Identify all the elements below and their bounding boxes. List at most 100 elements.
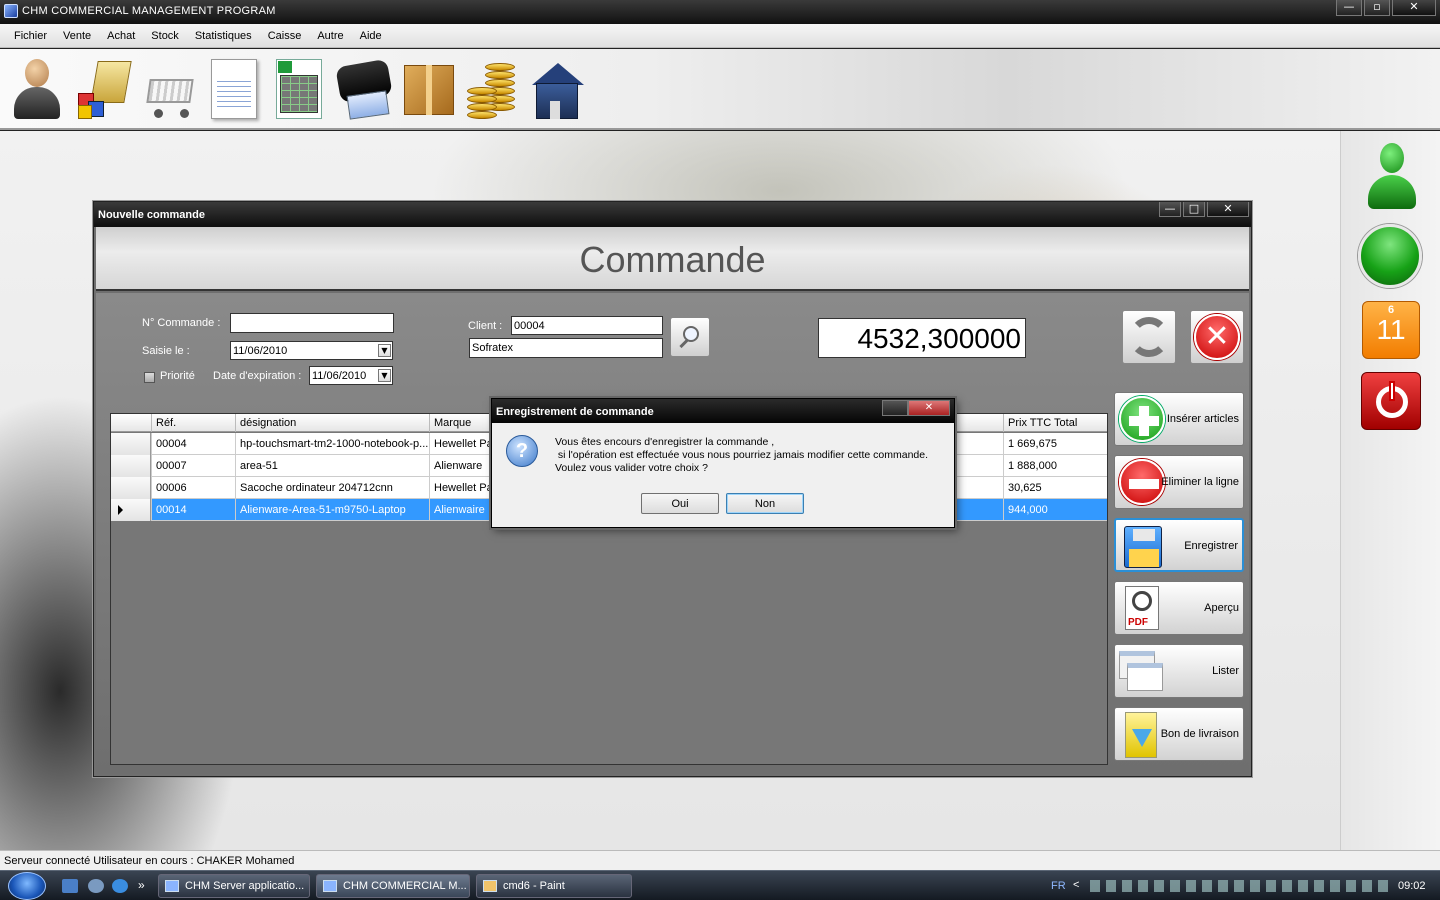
- taskbar: » CHM Server applicatio... CHM COMMERCIA…: [0, 870, 1440, 900]
- apercu-label: Aperçu: [1204, 602, 1239, 614]
- question-icon: ?: [506, 435, 538, 467]
- start-button[interactable]: [8, 872, 46, 900]
- lister-button[interactable]: Lister: [1114, 644, 1244, 698]
- non-button[interactable]: Non: [726, 493, 804, 514]
- eliminer-ligne-button[interactable]: Eliminer la ligne: [1114, 455, 1244, 509]
- chevron-down-icon[interactable]: ▼: [378, 344, 391, 357]
- invoice-icon[interactable]: [205, 57, 263, 121]
- cell-marque: Alienwaire: [429, 499, 499, 521]
- cart-icon[interactable]: [140, 57, 198, 121]
- app-title: CHM COMMERCIAL MANAGEMENT PROGRAM: [22, 5, 276, 17]
- power-icon[interactable]: [1361, 372, 1421, 430]
- cell-designation: Alienware-Area-51-m9750-Laptop: [235, 499, 429, 521]
- cell-total: 1 669,675: [1003, 433, 1107, 455]
- cancel-button[interactable]: ✕: [1190, 310, 1244, 364]
- priorite-checkbox[interactable]: [144, 372, 155, 383]
- inserer-articles-label: Insérer articles: [1166, 413, 1239, 425]
- commande-minimize-button[interactable]: —: [1159, 202, 1181, 217]
- column-ref[interactable]: Réf.: [151, 414, 235, 432]
- cell-ref: 00007: [151, 455, 235, 477]
- dialog-title: Enregistrement de commande: [496, 406, 654, 418]
- task-chm-commercial[interactable]: CHM COMMERCIAL M...: [316, 874, 470, 898]
- commande-titlebar: Nouvelle commande — □ ✕: [94, 202, 1251, 227]
- paint-icon: [483, 880, 497, 892]
- enregistrer-label: Enregistrer: [1184, 540, 1238, 552]
- task-label: CHM COMMERCIAL M...: [343, 880, 467, 892]
- row-selector[interactable]: [111, 455, 151, 477]
- menu-statistiques[interactable]: Statistiques: [187, 24, 260, 47]
- windows-list-icon: [1119, 651, 1163, 693]
- clock[interactable]: 09:02: [1398, 880, 1426, 892]
- refresh-icon: [1129, 317, 1169, 357]
- quicklaunch-more[interactable]: »: [138, 878, 145, 892]
- status-indicator-icon[interactable]: [1358, 224, 1422, 288]
- home-icon[interactable]: [530, 57, 588, 121]
- saisie-date-picker[interactable]: 11/06/2010 ▼: [230, 341, 393, 360]
- wallet-icon[interactable]: [335, 57, 394, 121]
- menu-achat[interactable]: Achat: [99, 24, 143, 47]
- user-icon[interactable]: [8, 57, 66, 121]
- spreadsheet-icon[interactable]: [270, 57, 328, 121]
- apercu-button[interactable]: PDF Aperçu: [1114, 581, 1244, 635]
- ie-icon[interactable]: [112, 879, 128, 893]
- task-chm-server[interactable]: CHM Server applicatio...: [158, 874, 310, 898]
- package-icon[interactable]: [400, 57, 458, 121]
- column-designation[interactable]: désignation: [235, 414, 429, 432]
- menu-aide[interactable]: Aide: [352, 24, 390, 47]
- client-code-input[interactable]: 00004: [511, 316, 663, 335]
- system-tray: FR < 09:02: [1046, 871, 1440, 900]
- menu-caisse[interactable]: Caisse: [260, 24, 310, 47]
- products-icon[interactable]: [74, 57, 132, 121]
- menu-autre[interactable]: Autre: [309, 24, 351, 47]
- expiration-date-picker[interactable]: 11/06/2010 ▼: [309, 366, 393, 385]
- tray-icons[interactable]: [1090, 880, 1390, 892]
- column-marque[interactable]: Marque: [429, 414, 499, 432]
- menu-stock[interactable]: Stock: [143, 24, 187, 47]
- client-name-input[interactable]: Sofratex: [469, 338, 663, 358]
- commande-number-label: N° Commande :: [142, 317, 221, 329]
- row-selector[interactable]: [111, 477, 151, 499]
- total-amount: 4532,300000: [818, 318, 1026, 358]
- client-label: Client :: [468, 320, 503, 332]
- menu-fichier[interactable]: Fichier: [6, 24, 55, 47]
- commande-number-input[interactable]: [230, 313, 394, 333]
- coins-icon[interactable]: [465, 57, 523, 121]
- column-prix-ttc-total[interactable]: Prix TTC Total: [1003, 414, 1107, 432]
- calendar-day: 11: [1376, 314, 1406, 345]
- inserer-articles-button[interactable]: Insérer articles: [1114, 392, 1244, 446]
- minimize-button[interactable]: —: [1336, 0, 1362, 16]
- bon-livraison-button[interactable]: Bon de livraison: [1114, 707, 1244, 761]
- connected-user-icon[interactable]: [1366, 143, 1418, 211]
- remove-icon: [1119, 459, 1165, 505]
- priorite-label: Priorité: [160, 370, 195, 382]
- menu-vente[interactable]: Vente: [55, 24, 99, 47]
- dialog-close-button[interactable]: ✕: [908, 400, 950, 416]
- show-desktop-icon[interactable]: [62, 879, 78, 893]
- cell-ref: 00004: [151, 433, 235, 455]
- enregistrer-button[interactable]: Enregistrer: [1114, 518, 1244, 572]
- expiration-date-value: 11/06/2010: [312, 370, 367, 382]
- app-titlebar: CHM COMMERCIAL MANAGEMENT PROGRAM — ▫ ✕: [0, 0, 1440, 24]
- close-button[interactable]: ✕: [1392, 0, 1436, 16]
- row-selector[interactable]: [111, 433, 151, 455]
- refresh-button[interactable]: [1122, 310, 1176, 364]
- cell-total: 1 888,000: [1003, 455, 1107, 477]
- cell-ref: 00014: [151, 499, 235, 521]
- chevron-down-icon[interactable]: ▼: [378, 369, 391, 382]
- tray-chevron[interactable]: <: [1073, 879, 1079, 891]
- cell-marque: Alienware: [429, 455, 499, 477]
- media-icon[interactable]: [88, 879, 104, 893]
- task-paint[interactable]: cmd6 - Paint: [476, 874, 632, 898]
- delivery-note-icon: [1125, 712, 1157, 758]
- row-selector-current[interactable]: [111, 499, 151, 521]
- commande-close-button[interactable]: ✕: [1207, 202, 1249, 217]
- saisie-date-value: 11/06/2010: [233, 345, 288, 357]
- language-indicator[interactable]: FR: [1051, 880, 1066, 892]
- commande-maximize-button[interactable]: □: [1183, 202, 1205, 217]
- restore-button[interactable]: ▫: [1364, 0, 1390, 16]
- pdf-preview-icon: PDF: [1125, 586, 1159, 630]
- calendar-icon[interactable]: 6 11: [1362, 301, 1420, 359]
- oui-button[interactable]: Oui: [641, 493, 719, 514]
- search-client-button[interactable]: [670, 317, 710, 357]
- bon-livraison-label: Bon de livraison: [1160, 728, 1239, 740]
